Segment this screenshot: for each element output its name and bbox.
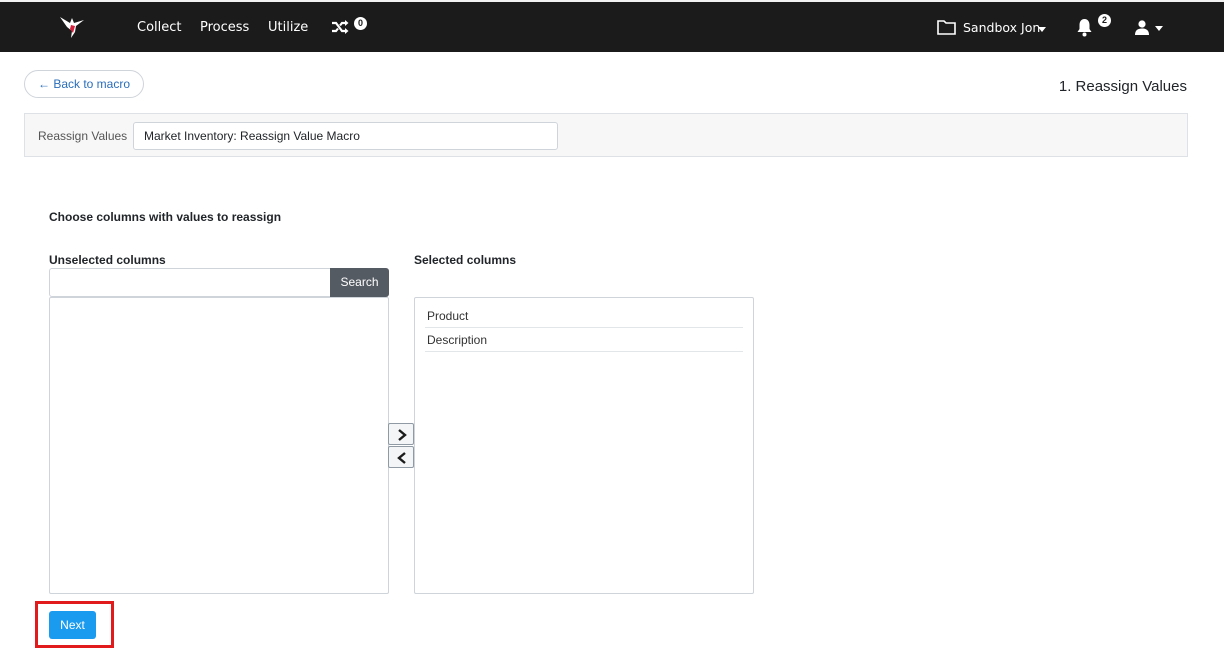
chevron-down-icon[interactable] (1038, 27, 1046, 32)
move-right-button[interactable] (388, 423, 414, 445)
workspace-selector[interactable]: Sandbox Jon (963, 20, 1040, 35)
unselected-columns-list[interactable] (49, 297, 389, 594)
user-icon[interactable] (1134, 19, 1150, 35)
notification-count-badge: 2 (1098, 14, 1111, 27)
chevron-right-icon (398, 429, 407, 441)
macro-name-panel: Reassign Values Market Inventory: Reassi… (24, 113, 1188, 157)
unselected-columns-label: Unselected columns (49, 253, 166, 267)
section-title: Choose columns with values to reassign (49, 210, 282, 224)
shuffle-count-badge: 0 (354, 17, 367, 30)
user-menu-caret-icon[interactable] (1155, 26, 1163, 31)
nav-utilize[interactable]: Utilize (268, 20, 308, 35)
macro-name-input[interactable]: Market Inventory: Reassign Value Macro (133, 122, 558, 150)
move-left-button[interactable] (388, 446, 414, 468)
back-to-macro-button[interactable]: ← Back to macro (24, 70, 144, 98)
nav-process[interactable]: Process (200, 20, 249, 35)
search-button[interactable]: Search (330, 268, 389, 297)
selected-columns-list[interactable]: Product Description (414, 297, 754, 594)
hummingbird-logo[interactable] (58, 14, 86, 40)
next-button[interactable]: Next (49, 611, 96, 639)
chevron-left-icon (397, 452, 406, 464)
nav-collect[interactable]: Collect (137, 20, 182, 35)
macro-name-label: Reassign Values (38, 129, 128, 143)
top-navbar: Collect Process Utilize 0 Sandbox Jon 2 (0, 0, 1224, 52)
shuffle-icon[interactable] (330, 17, 350, 37)
selected-column-item[interactable]: Product (425, 304, 743, 328)
bell-icon[interactable] (1076, 18, 1093, 37)
page-title: 1. Reassign Values (1058, 78, 1187, 95)
selected-columns-label: Selected columns (414, 253, 517, 267)
folder-icon (937, 20, 956, 35)
column-search-input[interactable] (49, 268, 330, 297)
selected-column-item[interactable]: Description (425, 328, 743, 352)
